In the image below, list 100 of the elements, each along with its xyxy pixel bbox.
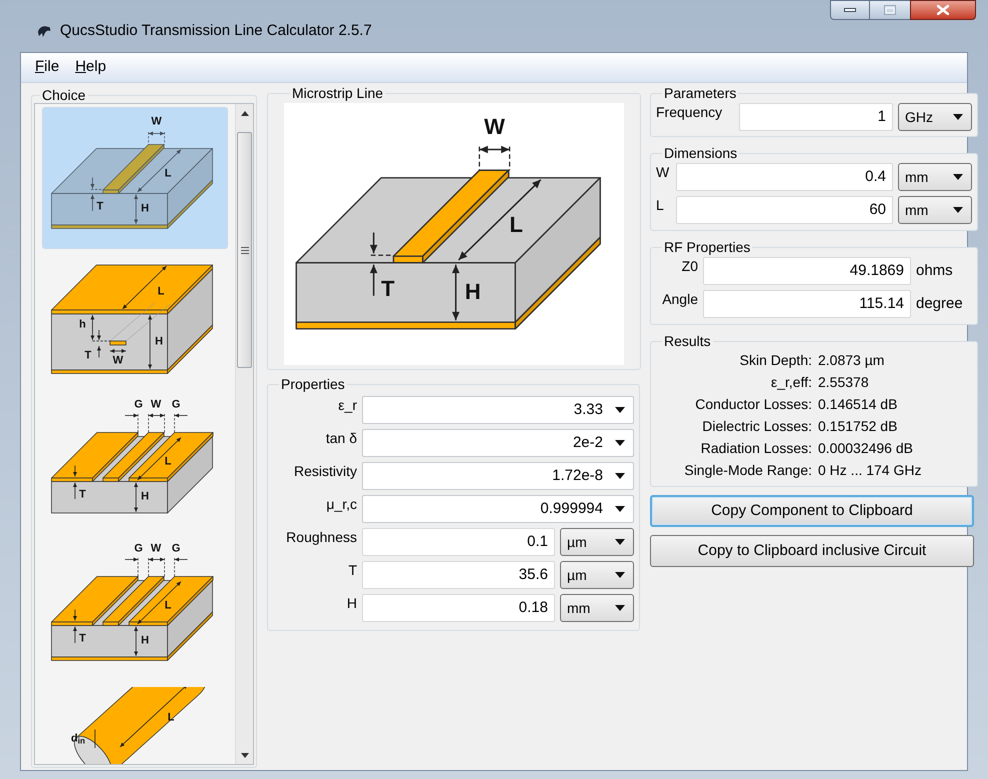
field-label: μ_r,c	[325, 495, 357, 513]
caret-icon	[615, 440, 625, 446]
result-value: 0.146514 dB	[818, 395, 898, 414]
value-combo[interactable]: 1.72e-8	[362, 462, 634, 490]
result-label: ε_r,eff:	[770, 373, 812, 392]
scrollbar-thumb[interactable]	[237, 132, 252, 368]
value-field: 115.14	[703, 290, 911, 318]
section-title: RF Properties	[663, 239, 752, 255]
section-title: Dimensions	[663, 145, 738, 161]
menu-item[interactable]: Help	[69, 54, 112, 81]
dimension-label: W	[151, 116, 162, 127]
dimension-label: G	[172, 399, 180, 410]
field-label: ε_r	[337, 396, 357, 414]
value-field[interactable]: 1	[739, 103, 893, 131]
value-field: 49.1869	[703, 257, 911, 285]
section-title: Microstrip Line	[291, 85, 384, 101]
minimize-icon	[844, 8, 856, 12]
close-button[interactable]	[910, 0, 976, 20]
result-value: 0.00032496 dB	[818, 439, 914, 458]
value-combo[interactable]: 0.999994	[362, 495, 634, 523]
dimension-label: L	[164, 600, 172, 611]
minimize-button[interactable]	[830, 0, 870, 20]
choice-item[interactable]: d$_{in}$ L	[42, 683, 228, 764]
dimension-label: H	[141, 491, 149, 502]
section-title: Properties	[280, 376, 346, 392]
caret-icon	[615, 506, 625, 512]
caret-icon	[615, 473, 625, 479]
result-label: Radiation Losses:	[700, 439, 812, 458]
unit-dropdown[interactable]: GHz	[898, 103, 972, 131]
value-field[interactable]: 0.1	[362, 528, 555, 556]
dimension-label: W	[112, 355, 124, 366]
value-field[interactable]: 0.4	[676, 163, 893, 191]
dimension-label: H	[155, 336, 163, 348]
field-label: Resistivity	[292, 462, 357, 480]
result-label: Single-Mode Range:	[683, 461, 812, 480]
scrollbar[interactable]	[235, 104, 253, 764]
dimension-label: T	[79, 634, 86, 644]
caret-icon	[953, 207, 963, 213]
close-icon	[937, 5, 949, 15]
dimension-label: G	[172, 543, 180, 554]
grip-icon	[240, 246, 248, 254]
dimension-label: H	[141, 635, 149, 646]
caret-icon	[615, 407, 625, 413]
dimension-label: W	[484, 116, 505, 138]
dimension-label: L	[510, 214, 523, 236]
unit-dropdown[interactable]: mm	[898, 196, 972, 224]
caret-icon	[615, 572, 625, 578]
choice-item[interactable]: W L T H	[42, 107, 228, 249]
dimension-label: G	[134, 543, 143, 554]
unit-dropdown[interactable]: µm	[560, 528, 634, 556]
result-value: 2.55378	[818, 373, 870, 392]
value-field[interactable]: 35.6	[362, 561, 555, 589]
value-combo[interactable]: 2e-2	[362, 429, 634, 457]
unit-label: degree	[916, 294, 964, 314]
value-combo[interactable]: 3.33	[362, 396, 634, 424]
field-label: Angle	[661, 290, 698, 308]
value-field[interactable]: 0.18	[362, 594, 555, 622]
choice-item[interactable]: G W G L T H	[42, 395, 228, 537]
result-value: 2.0873 µm	[818, 351, 886, 370]
dimension-label: d$_{in}$	[70, 733, 86, 744]
field-label: Frequency	[656, 103, 724, 121]
choice-item[interactable]: L h T W H	[42, 251, 228, 393]
section-title: Choice	[41, 87, 87, 103]
copy-button[interactable]: Copy Component to Clipboard	[650, 495, 974, 527]
value-field[interactable]: 60	[676, 196, 893, 224]
window-title: QucsStudio Transmission Line Calculator 2.5.7	[60, 21, 372, 41]
dimension-label: H	[464, 280, 481, 303]
result-label: Dielectric Losses:	[701, 417, 812, 436]
dimension-label: H	[141, 203, 149, 214]
dimension-label: T	[96, 202, 104, 212]
section-title: Parameters	[663, 85, 738, 101]
maximize-button[interactable]	[870, 0, 910, 20]
caret-icon	[953, 114, 963, 120]
field-label: W	[656, 163, 670, 181]
unit-dropdown[interactable]: mm	[898, 163, 972, 191]
choice-item[interactable]: G W G L T H	[42, 539, 228, 681]
caret-icon	[615, 605, 625, 611]
dimension-label: L	[164, 168, 172, 179]
unit-dropdown[interactable]: µm	[560, 561, 634, 589]
unit-dropdown[interactable]: mm	[560, 594, 634, 622]
dimension-label: W	[150, 543, 162, 554]
down-arrow-icon	[240, 752, 248, 758]
dimension-label: T	[84, 350, 92, 361]
dimension-label: G	[134, 399, 143, 410]
field-label: tan δ	[324, 429, 357, 447]
field-label: Z0	[680, 257, 698, 275]
maximize-icon	[884, 5, 896, 15]
caret-icon	[615, 539, 625, 545]
copy-button[interactable]: Copy to Clipboard inclusive Circuit	[650, 535, 974, 567]
result-label: Conductor Losses:	[694, 395, 812, 414]
dimension-label: T	[79, 490, 86, 500]
result-value: 0 Hz ... 174 GHz	[818, 461, 922, 480]
menu-item[interactable]: File	[29, 54, 66, 81]
caret-icon	[953, 174, 963, 180]
dimension-label: W	[150, 399, 162, 410]
unit-label: ohms	[916, 261, 954, 281]
dimension-label: h	[79, 319, 86, 330]
up-arrow-icon	[240, 110, 248, 116]
dimension-label: L	[168, 712, 174, 723]
result-label: Skin Depth:	[738, 351, 812, 370]
